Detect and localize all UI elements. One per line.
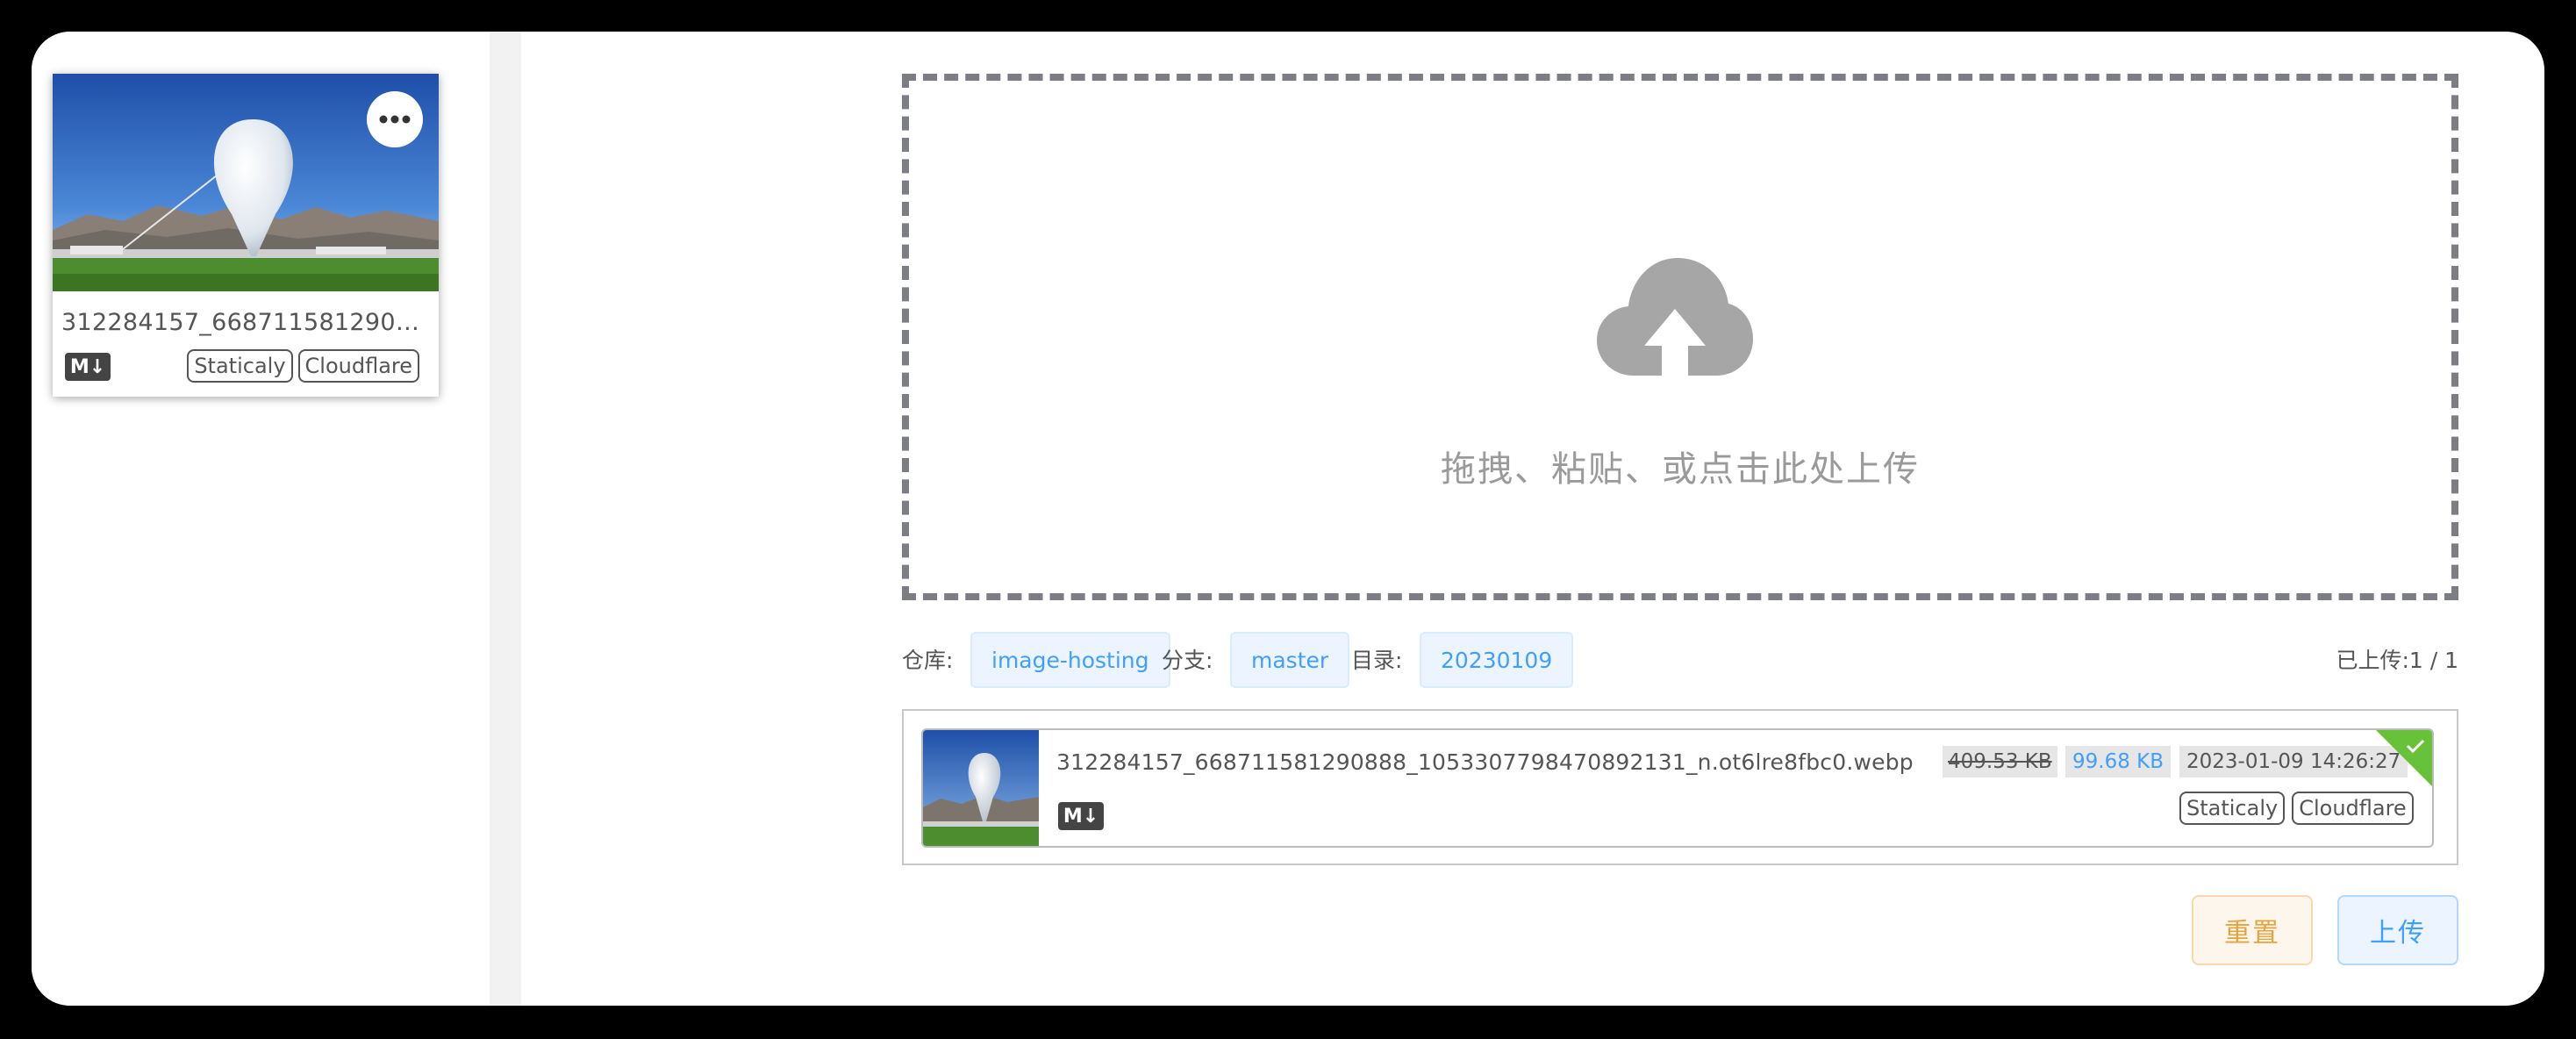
repo-label: 仓库: bbox=[902, 648, 954, 673]
more-options-button[interactable] bbox=[367, 91, 423, 147]
cdn-tag-cloudflare[interactable]: Cloudflare bbox=[2292, 792, 2414, 825]
panel-divider[interactable] bbox=[490, 32, 521, 1006]
image-card-filename: 312284157_668711581290888_10533077984708… bbox=[61, 309, 430, 336]
more-horizontal-icon bbox=[379, 115, 411, 124]
app-window: 312284157_668711581290888_10533077984708… bbox=[32, 32, 2544, 1006]
uploaded-count: 已上传:1 / 1 bbox=[2336, 648, 2458, 673]
cdn-tag-cloudflare[interactable]: Cloudflare bbox=[297, 349, 419, 383]
copy-markdown-icon[interactable]: M↓ bbox=[1058, 802, 1104, 830]
upload-timestamp: 2023-01-09 14:26:27 bbox=[2179, 746, 2408, 777]
cdn-tag-staticaly[interactable]: Staticaly bbox=[187, 349, 293, 383]
compressed-size: 99.68 KB bbox=[2065, 746, 2172, 777]
image-card[interactable]: 312284157_668711581290888_10533077984708… bbox=[53, 74, 439, 397]
file-thumbnail[interactable] bbox=[923, 730, 1039, 846]
upload-panel: 拖拽、粘贴、或点击此处上传 仓库: image-hosting 分支: mast… bbox=[521, 32, 2544, 1006]
image-card-list: 312284157_668711581290888_10533077984708… bbox=[32, 32, 488, 1006]
check-icon bbox=[2376, 730, 2432, 786]
upload-dropzone[interactable]: 拖拽、粘贴、或点击此处上传 bbox=[902, 74, 2458, 600]
original-size: 409.53 KB bbox=[1943, 746, 2057, 777]
file-name: 312284157_668711581290888_10533077984708… bbox=[1056, 749, 1914, 775]
upload-target-info: 仓库: image-hosting 分支: master 目录: 2023010… bbox=[902, 632, 2458, 690]
upload-button[interactable]: 上传 bbox=[2337, 895, 2458, 965]
cdn-tag-group: Staticaly Cloudflare bbox=[2179, 792, 2414, 825]
repo-tag[interactable]: image-hosting bbox=[970, 632, 1170, 688]
copy-markdown-icon[interactable]: M↓ bbox=[65, 353, 111, 381]
reset-button[interactable]: 重置 bbox=[2192, 895, 2313, 965]
cdn-tag-group: Staticaly Cloudflare bbox=[187, 349, 419, 383]
cdn-tag-staticaly[interactable]: Staticaly bbox=[2179, 792, 2286, 825]
branch-tag[interactable]: master bbox=[1230, 632, 1350, 688]
directory-tag[interactable]: 20230109 bbox=[1420, 632, 1574, 688]
list-item[interactable]: 312284157_668711581290888_10533077984708… bbox=[921, 728, 2434, 848]
branch-label: 分支: bbox=[1162, 648, 1213, 673]
directory-label: 目录: bbox=[1351, 648, 1403, 673]
dropzone-hint: 拖拽、粘贴、或点击此处上传 bbox=[1441, 449, 1920, 490]
cloud-upload-icon bbox=[1597, 258, 1753, 376]
upload-file-list: 312284157_668711581290888_10533077984708… bbox=[902, 709, 2458, 865]
